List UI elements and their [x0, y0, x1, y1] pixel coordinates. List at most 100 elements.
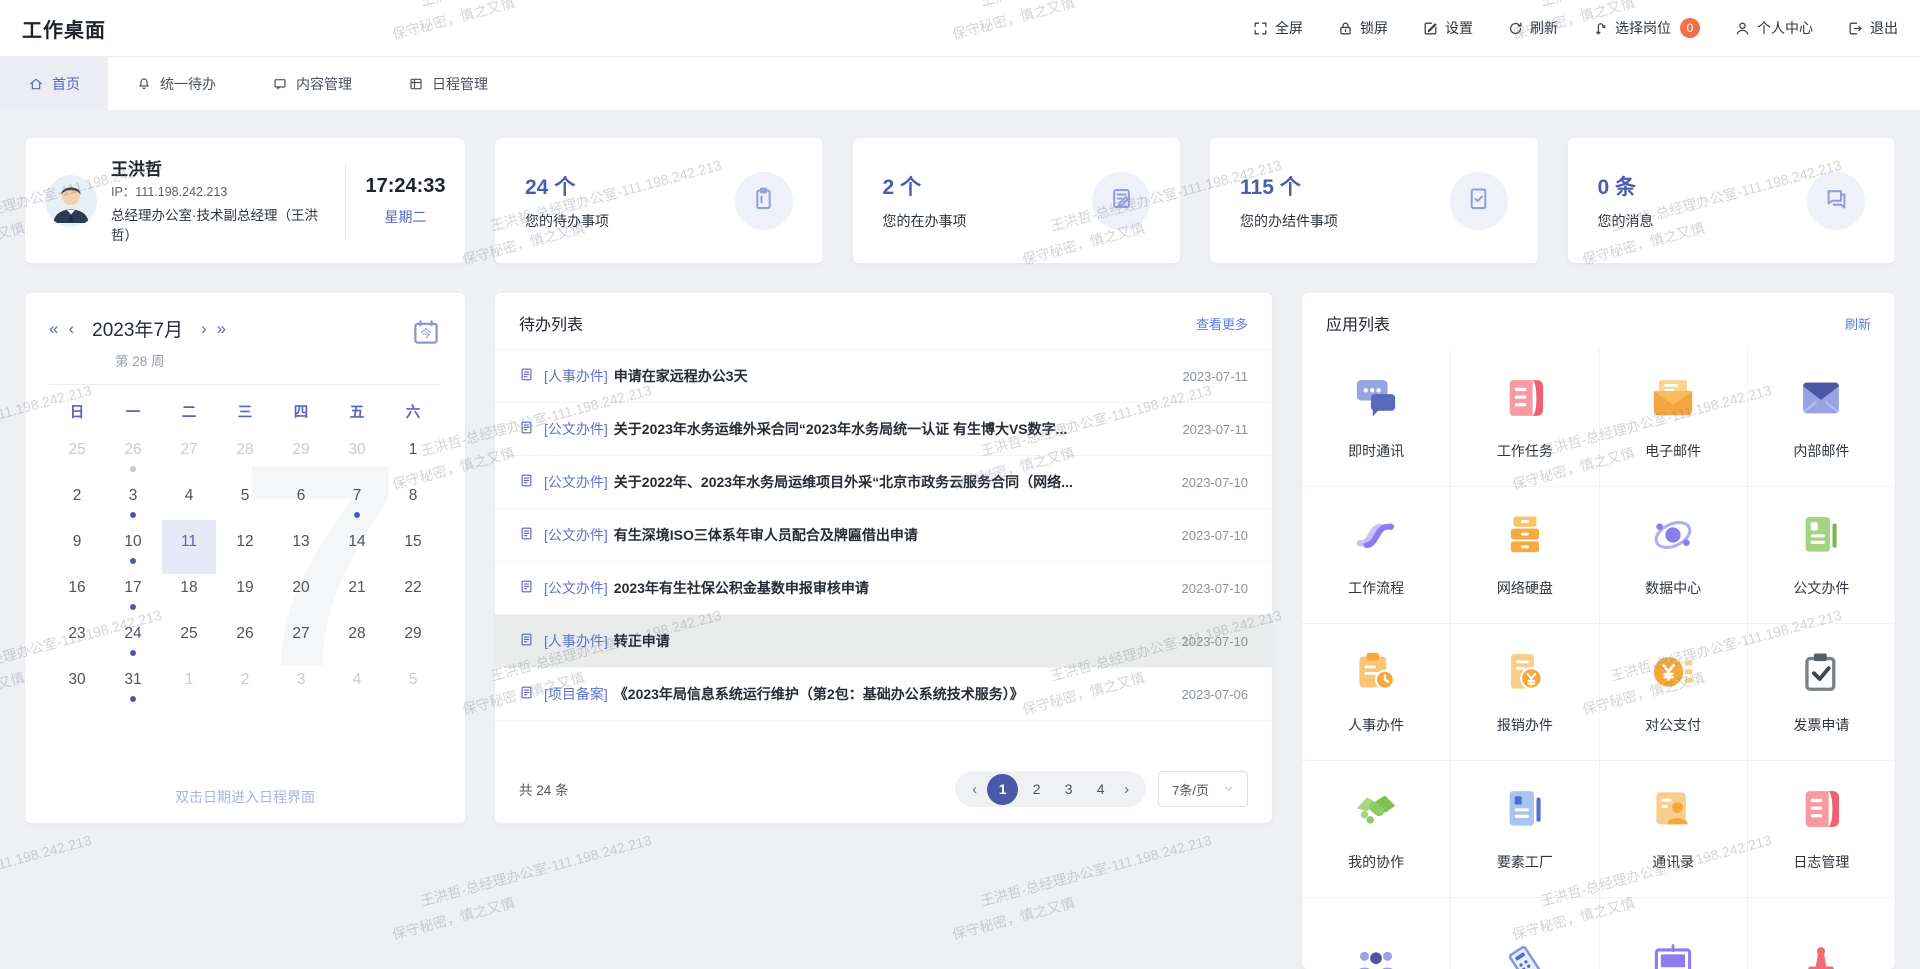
calendar-day[interactable]: 5	[217, 482, 273, 528]
app-email[interactable]: 电子邮件	[1599, 349, 1747, 486]
app-stamp[interactable]	[1747, 897, 1895, 969]
apps-refresh-link[interactable]: 刷新	[1845, 314, 1871, 333]
stat-card-0[interactable]: 24 个您的待办事项	[495, 138, 823, 263]
calendar-day[interactable]: 30	[329, 436, 385, 482]
calendar-footer-hint[interactable]: 双击日期进入日程界面	[25, 787, 465, 807]
calendar-day[interactable]: 12	[217, 528, 273, 574]
avatar[interactable]	[45, 175, 97, 227]
app-contacts[interactable]: 通讯录	[1599, 760, 1747, 897]
app-collaboration[interactable]: 我的协作	[1302, 760, 1450, 897]
calendar-day[interactable]: 1	[385, 436, 441, 482]
calendar-day[interactable]: 5	[385, 666, 441, 712]
calendar-day[interactable]: 3	[105, 482, 161, 528]
prev-month-button[interactable]: ‹	[68, 320, 74, 337]
app-data-center[interactable]: 数据中心	[1599, 486, 1747, 623]
todo-next-page[interactable]: ›	[1119, 781, 1134, 798]
calendar-day[interactable]: 28	[329, 620, 385, 666]
app-people[interactable]	[1302, 897, 1450, 969]
todo-item[interactable]: [项目备案]《2023年局信息系统运行维护（第2包：基础办公系统技术服务）》20…	[495, 668, 1272, 721]
calendar-day[interactable]: 20	[273, 574, 329, 620]
calendar-day[interactable]: 31	[105, 666, 161, 712]
calendar-day[interactable]: 16	[49, 574, 105, 620]
calendar-day[interactable]: 17	[105, 574, 161, 620]
calendar-day[interactable]: 21	[329, 574, 385, 620]
app-internal-mail[interactable]: 内部邮件	[1747, 349, 1895, 486]
app-payment[interactable]: 对公支付	[1599, 623, 1747, 760]
calendar-day[interactable]: 30	[49, 666, 105, 712]
app-workflow[interactable]: 工作流程	[1302, 486, 1450, 623]
next-year-button[interactable]: »	[217, 320, 226, 337]
calendar-day[interactable]: 29	[385, 620, 441, 666]
calendar-day[interactable]: 27	[273, 620, 329, 666]
tab-schedule[interactable]: 日程管理	[380, 57, 516, 110]
app-journal[interactable]: 日志管理	[1747, 760, 1895, 897]
todo-prev-page[interactable]: ‹	[967, 781, 982, 798]
refresh-button[interactable]: 刷新	[1507, 18, 1558, 38]
calendar-day[interactable]: 26	[217, 620, 273, 666]
select-post-button[interactable]: 选择岗位0	[1592, 18, 1700, 38]
todo-item[interactable]: [人事办件]申请在家远程办公3天2023-07-11	[495, 350, 1272, 403]
calendar-day[interactable]: 25	[161, 620, 217, 666]
calendar-day[interactable]: 19	[217, 574, 273, 620]
calendar-day[interactable]: 13	[273, 528, 329, 574]
lock-screen-button[interactable]: 锁屏	[1337, 18, 1388, 38]
app-hr[interactable]: 人事办件	[1302, 623, 1450, 760]
calendar-day[interactable]: 3	[273, 666, 329, 712]
tab-home[interactable]: 首页	[0, 57, 108, 110]
fullscreen-button[interactable]: 全屏	[1252, 18, 1303, 38]
calendar-day[interactable]: 25	[49, 436, 105, 482]
todo-item[interactable]: [公文办件]2023年有生社保公积金基数申报审核申请2023-07-10	[495, 562, 1272, 615]
calendar-day[interactable]: 8	[385, 482, 441, 528]
calendar-day[interactable]: 1	[161, 666, 217, 712]
calendar-day[interactable]: 11	[161, 528, 217, 574]
todo-item[interactable]: [公文办件]关于2022年、2023年水务局运维项目外采“北京市政务云服务合同（…	[495, 456, 1272, 509]
logout-button[interactable]: 退出	[1847, 18, 1898, 38]
calendar-day[interactable]: 4	[329, 666, 385, 712]
tab-todo[interactable]: 统一待办	[108, 57, 244, 110]
todo-item[interactable]: [公文办件]关于2023年水务运维外采合同“2023年水务局统一认证 有生博大V…	[495, 403, 1272, 456]
calendar-day[interactable]: 29	[273, 436, 329, 482]
today-button[interactable]: 今	[411, 317, 441, 352]
todo-page-size-select[interactable]: 7条/页	[1158, 771, 1248, 807]
calendar-day[interactable]: 28	[217, 436, 273, 482]
calendar-day[interactable]: 7	[329, 482, 385, 528]
next-month-button[interactable]: ›	[201, 320, 207, 337]
stat-card-1[interactable]: 2 个您的在办事项	[853, 138, 1181, 263]
calendar-day[interactable]: 27	[161, 436, 217, 482]
todo-page-2[interactable]: 2	[1023, 776, 1050, 803]
todo-page-1[interactable]: 1	[987, 774, 1018, 805]
calendar-day[interactable]: 18	[161, 574, 217, 620]
view-more-link[interactable]: 查看更多	[1196, 314, 1248, 333]
todo-item[interactable]: [公文办件]有生深境ISO三体系年审人员配合及牌匾借出申请2023-07-10	[495, 509, 1272, 562]
calendar-day[interactable]: 6	[273, 482, 329, 528]
app-network-disk[interactable]: 网络硬盘	[1450, 486, 1598, 623]
app-work-task[interactable]: 工作任务	[1450, 349, 1598, 486]
calendar-day[interactable]: 15	[385, 528, 441, 574]
app-factory[interactable]: 要素工厂	[1450, 760, 1598, 897]
app-board[interactable]	[1599, 897, 1747, 969]
calendar-day[interactable]: 24	[105, 620, 161, 666]
app-invoice[interactable]: 发票申请	[1747, 623, 1895, 760]
calendar-day[interactable]: 10	[105, 528, 161, 574]
settings-button[interactable]: 设置	[1422, 18, 1473, 38]
todo-page-4[interactable]: 4	[1087, 776, 1114, 803]
calendar-day[interactable]: 22	[385, 574, 441, 620]
calendar-day[interactable]: 2	[217, 666, 273, 712]
calendar-day[interactable]: 2	[49, 482, 105, 528]
day-number: 3	[129, 482, 138, 510]
app-im[interactable]: 即时通讯	[1302, 349, 1450, 486]
calendar-day[interactable]: 23	[49, 620, 105, 666]
calendar-day[interactable]: 14	[329, 528, 385, 574]
app-receipt[interactable]	[1450, 897, 1598, 969]
calendar-day[interactable]: 9	[49, 528, 105, 574]
stat-card-2[interactable]: 115 个您的办结件事项	[1210, 138, 1538, 263]
app-official-doc[interactable]: 公文办件	[1747, 486, 1895, 623]
stat-card-3[interactable]: 0 条您的消息	[1568, 138, 1896, 263]
calendar-day[interactable]: 26	[105, 436, 161, 482]
prev-year-button[interactable]: «	[49, 320, 58, 337]
profile-button[interactable]: 个人中心	[1734, 18, 1813, 38]
todo-page-3[interactable]: 3	[1055, 776, 1082, 803]
todo-item[interactable]: [人事办件]转正申请2023-07-10	[495, 615, 1272, 668]
app-expense[interactable]: 报销办件	[1450, 623, 1598, 760]
tab-content[interactable]: 内容管理	[244, 57, 380, 110]
